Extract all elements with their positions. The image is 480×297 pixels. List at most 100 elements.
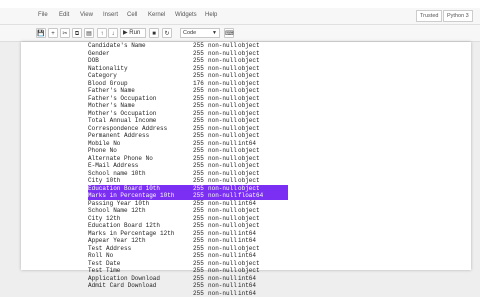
dtype-label: object	[238, 267, 260, 275]
nullity-label: non-null	[208, 155, 237, 163]
nullity-label: non-null	[208, 50, 237, 58]
stop-icon[interactable]: ■	[149, 28, 159, 38]
dtype-label: object	[238, 102, 260, 110]
run-button[interactable]: ▶ Run	[120, 28, 146, 38]
nullity-label: non-null	[208, 267, 237, 275]
column-name: Appear Year 12th	[88, 237, 146, 245]
menu-help[interactable]: Help	[205, 11, 217, 19]
dtype-label: object	[238, 87, 260, 95]
nullity-label: non-null	[208, 230, 237, 238]
nullity-label: non-null	[208, 87, 237, 95]
menu-kernel[interactable]: Kernel	[148, 11, 165, 19]
keyboard-icon[interactable]: ⌨	[224, 28, 234, 38]
column-name: Mother's Occupation	[88, 110, 156, 118]
output-row: E-Mail Address255non-nullobject	[88, 162, 388, 170]
non-null-count: 255	[193, 170, 204, 178]
dtype-label: int64	[238, 140, 256, 148]
dtype-label: object	[238, 215, 260, 223]
column-name: Permanent Address	[88, 132, 149, 140]
trusted-indicator[interactable]: Trusted	[416, 10, 442, 22]
dtype-label: object	[238, 147, 260, 155]
nullity-label: non-null	[208, 72, 237, 80]
column-name: DOB	[88, 57, 99, 65]
move-down-icon[interactable]: ↓	[108, 28, 118, 38]
cell-type-select[interactable]: Code▼	[180, 28, 220, 38]
column-name: Total Annual Income	[88, 117, 156, 125]
dtype-label: object	[238, 132, 260, 140]
output-row: Gender255non-nullobject	[88, 50, 388, 58]
column-name: School name 10th	[88, 170, 146, 178]
nullity-label: non-null	[208, 102, 237, 110]
column-name: Test Date	[88, 260, 120, 268]
column-name: Application Download	[88, 275, 160, 283]
column-name: Candidate's Name	[88, 42, 146, 50]
nullity-label: non-null	[208, 290, 237, 297]
output-row: Marks in Percentage 10th255non-nullfloat…	[88, 192, 288, 200]
nullity-label: non-null	[208, 170, 237, 178]
dtype-label: object	[238, 50, 260, 58]
dtype-label: object	[238, 110, 260, 118]
notebook-page: Candidate's Name255non-nullobjectGender2…	[21, 42, 471, 270]
non-null-count: 255	[193, 290, 204, 297]
output-row: Correspondence Address255non-nullobject	[88, 125, 388, 133]
add-cell-icon[interactable]: +	[48, 28, 58, 38]
menu-view[interactable]: View	[80, 11, 93, 19]
nullity-label: non-null	[208, 147, 237, 155]
nullity-label: non-null	[208, 132, 237, 140]
nullity-label: non-null	[208, 125, 237, 133]
save-icon[interactable]: 💾	[36, 28, 46, 38]
non-null-count: 255	[193, 155, 204, 163]
output-row: 255non-nullint64	[88, 290, 388, 297]
non-null-count: 255	[193, 132, 204, 140]
cut-icon[interactable]: ✂	[60, 28, 70, 38]
column-name: Mobile No	[88, 140, 120, 148]
column-name: Correspondence Address	[88, 125, 167, 133]
non-null-count: 255	[193, 57, 204, 65]
nullity-label: non-null	[208, 110, 237, 118]
column-name: Roll No	[88, 252, 113, 260]
menu-widgets[interactable]: Widgets	[175, 11, 197, 19]
dtype-label: object	[238, 222, 260, 230]
copy-icon[interactable]: ⧉	[72, 28, 82, 38]
nullity-label: non-null	[208, 57, 237, 65]
column-name: Alternate Phone No	[88, 155, 153, 163]
column-name: Admit Card Download	[88, 282, 156, 290]
output-row: Education Board 10th255non-nullobject	[88, 185, 288, 193]
move-up-icon[interactable]: ↑	[97, 28, 107, 38]
nullity-label: non-null	[208, 65, 237, 73]
nullity-label: non-null	[208, 215, 237, 223]
run-label: Run	[129, 30, 140, 36]
non-null-count: 255	[193, 222, 204, 230]
kernel-indicator[interactable]: Python 3	[443, 10, 473, 22]
output-row: Category255non-nullobject	[88, 72, 388, 80]
menu-edit[interactable]: Edit	[59, 11, 69, 19]
paste-icon[interactable]: ▤	[84, 28, 94, 38]
restart-icon[interactable]: ↻	[162, 28, 172, 38]
output-row: Application Download255non-nullint64	[88, 275, 388, 283]
cell-type-value: Code	[183, 30, 196, 36]
menu-cell[interactable]: Cell	[127, 11, 137, 19]
dtype-label: object	[238, 72, 260, 80]
non-null-count: 255	[193, 275, 204, 283]
column-name: Test Address	[88, 245, 131, 253]
nullity-label: non-null	[208, 275, 237, 283]
menu-file[interactable]: File	[38, 11, 48, 19]
nullity-label: non-null	[208, 95, 237, 103]
column-name: Marks in Percentage 10th	[88, 192, 174, 200]
non-null-count: 255	[193, 162, 204, 170]
menu-bar: File Edit View Insert Cell Kernel Widget…	[0, 8, 480, 25]
nullity-label: non-null	[208, 200, 237, 208]
menu-insert[interactable]: Insert	[103, 11, 118, 19]
column-name: Blood Group	[88, 80, 128, 88]
nullity-label: non-null	[208, 185, 237, 193]
non-null-count: 255	[193, 72, 204, 80]
output-row: Mother's Name255non-nullobject	[88, 102, 388, 110]
non-null-count: 255	[193, 192, 204, 200]
column-name: Passing Year 10th	[88, 200, 149, 208]
output-row: Phone No255non-nullobject	[88, 147, 388, 155]
cell-output: Candidate's Name255non-nullobjectGender2…	[88, 42, 388, 297]
non-null-count: 255	[193, 147, 204, 155]
column-name: City 12th	[88, 215, 120, 223]
nullity-label: non-null	[208, 80, 237, 88]
nullity-label: non-null	[208, 42, 237, 50]
